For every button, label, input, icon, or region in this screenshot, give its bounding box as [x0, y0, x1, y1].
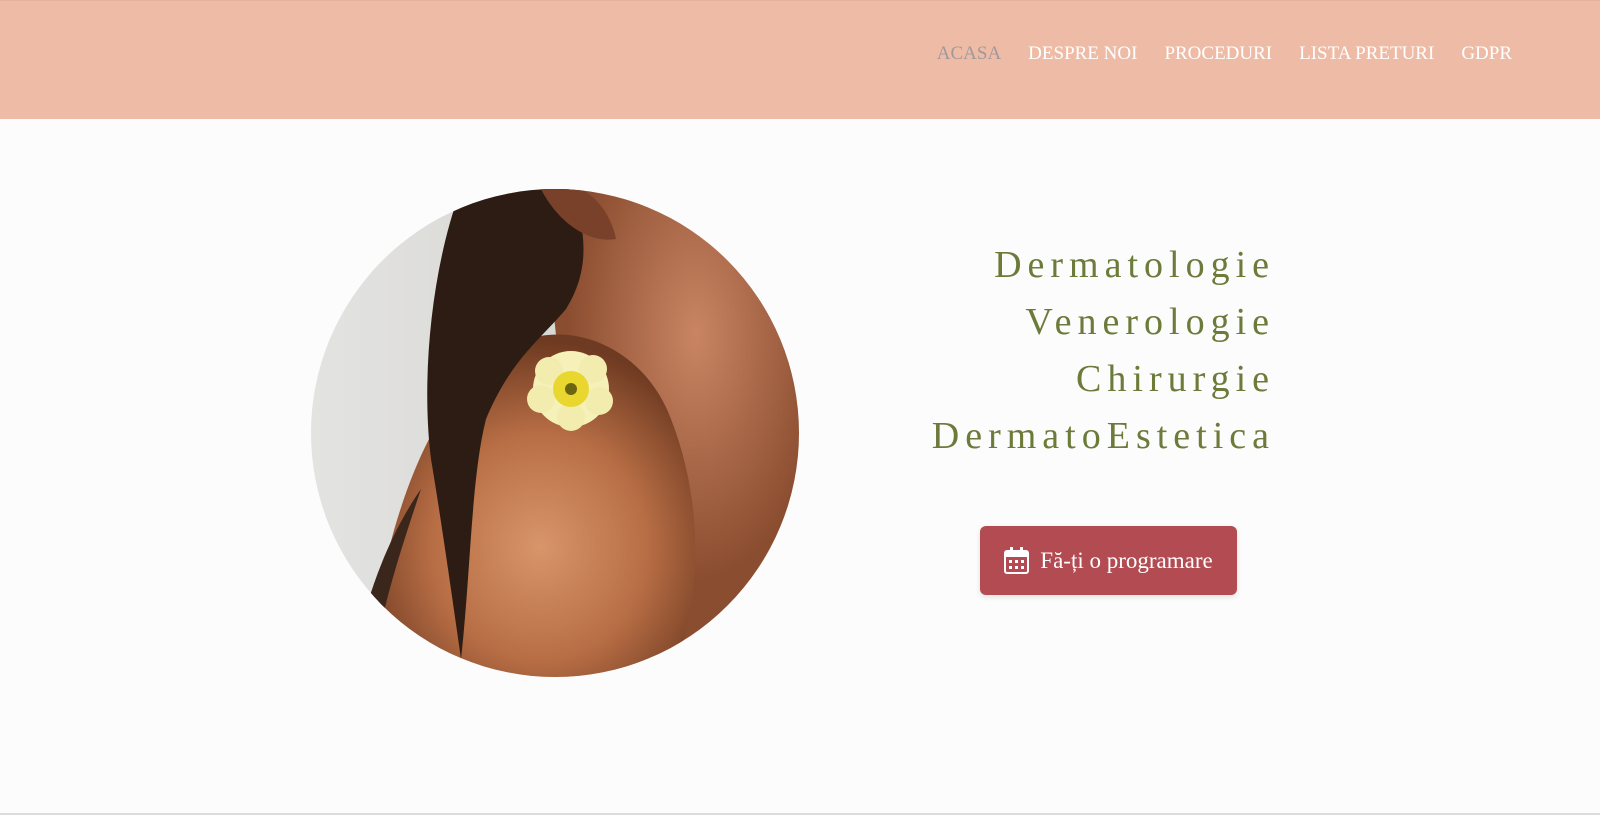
specialty-chirurgie: Chirurgie [1076, 358, 1275, 400]
nav-item-acasa[interactable]: ACASA [937, 43, 1001, 65]
nav-item-gdpr[interactable]: GDPR [1461, 43, 1512, 65]
shoulder-flower-photo [311, 189, 799, 677]
nav-item-proceduri[interactable]: PROCEDURI [1164, 43, 1272, 65]
nav-item-lista-preturi[interactable]: LISTA PRETURI [1299, 43, 1434, 65]
specialties-list: Dermatologie Venerologie Chirurgie Derma… [932, 237, 1269, 465]
hero-photo [311, 189, 799, 677]
specialty-venerologie: Venerologie [1025, 301, 1275, 343]
specialty-dermatoestetica: DermatoEstetica [931, 415, 1275, 457]
nav-item-despre-noi[interactable]: DESPRE NOI [1028, 43, 1137, 65]
appointment-button[interactable]: Fă-ți o programare [980, 526, 1237, 595]
specialty-dermatologie: Dermatologie [994, 244, 1275, 286]
main-nav: ACASA DESPRE NOI PROCEDURI LISTA PRETURI… [937, 43, 1512, 65]
calendar-icon [1004, 547, 1030, 574]
site-header: ACASA DESPRE NOI PROCEDURI LISTA PRETURI… [0, 0, 1600, 119]
appointment-button-label: Fă-ți o programare [1040, 547, 1213, 573]
